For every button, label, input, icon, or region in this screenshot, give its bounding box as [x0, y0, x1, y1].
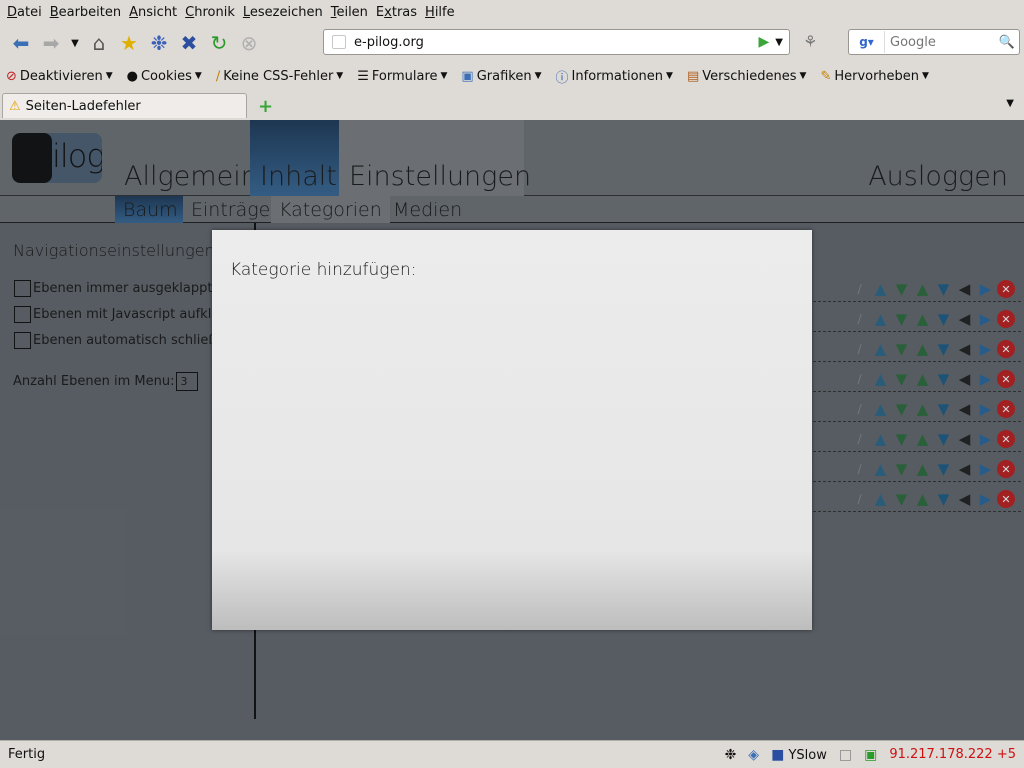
wand-icon: ∕ [215, 68, 221, 84]
chevron-down-icon: ▼ [440, 71, 448, 81]
dev-menu-deaktivieren[interactable]: ⊘ Deaktivieren ▼ [6, 69, 113, 84]
diamond-icon[interactable]: ◈ [748, 747, 759, 763]
menubar: Datei Bearbeiten Ansicht Chronik Lesezei… [0, 0, 1024, 24]
search-box[interactable]: g▾ 🔍 [848, 29, 1020, 55]
chevron-down-icon: ▼ [336, 71, 344, 81]
info-icon: ⓘ [555, 70, 569, 86]
new-tab-plus-icon[interactable]: + [258, 96, 273, 117]
dev-menu-css[interactable]: ∕ Keine CSS-Fehler ▼ [216, 69, 343, 84]
url-bar[interactable]: e-pilog.org ▶ ▼ [323, 29, 790, 55]
dev-menu-hervorheben[interactable]: ✎ Hervorheben ▼ [820, 69, 928, 84]
image-icon: ▣ [461, 68, 474, 84]
menu-extras[interactable]: Extras [372, 5, 421, 20]
tab-page-load-error[interactable]: ⚠ Seiten-Ladefehler [2, 93, 247, 118]
web-developer-toolbar: ⊘ Deaktivieren ▼ ● Cookies ▼ ∕ Keine CSS-Fehl… [0, 62, 1024, 90]
add-category-dialog: Kategorie hinzufügen: [212, 230, 812, 630]
dialog-title: Kategorie hinzufügen: [230, 260, 417, 280]
chevron-down-icon: ▼ [105, 71, 113, 81]
yslow-icon: ■ [771, 746, 785, 763]
page-content: epilog Allgemein Inhalt Einstellungen Au… [0, 120, 1024, 740]
chevron-down-icon: ▼ [194, 71, 202, 81]
url-text[interactable]: e-pilog.org [354, 35, 759, 50]
box-icon: ▤ [686, 68, 700, 84]
status-text: Fertig [8, 747, 46, 762]
menu-chronik[interactable]: Chronik [181, 5, 239, 20]
tab-bar: ⚠ Seiten-Ladefehler + ▼ [0, 90, 1024, 120]
chevron-down-icon: ▼ [666, 71, 673, 81]
search-icon[interactable]: 🔍 [999, 35, 1015, 50]
forward-arrow-icon[interactable]: ➡ [36, 28, 66, 58]
pencil-icon: ✎ [820, 68, 832, 84]
user-icon: ● [126, 68, 138, 84]
chevron-down-icon: ▼ [534, 71, 542, 81]
menu-datei[interactable]: Datei [3, 5, 46, 20]
search-engine-google-icon[interactable]: g▾ [849, 31, 885, 53]
tab-list-chevron-icon[interactable]: ▼ [1006, 98, 1014, 109]
search-input[interactable] [885, 34, 999, 50]
ip-address: 91.217.178.222 +5 [889, 747, 1016, 762]
history-dropdown-icon[interactable]: ▼ [66, 28, 84, 58]
tools-icon[interactable]: ✖ [174, 28, 204, 58]
site-favicon-icon [332, 35, 346, 49]
firebug-icon[interactable]: ❉ [144, 28, 174, 58]
tab-title: Seiten-Ladefehler [25, 98, 141, 114]
dev-menu-grafiken[interactable]: ▣ Grafiken ▼ [461, 69, 541, 84]
chevron-down-icon: ▼ [921, 71, 929, 81]
bookmark-star-icon[interactable]: ★ [114, 28, 144, 58]
navigation-toolbar: ⬅ ➡ ▼ ⌂ ★ ❉ ✖ ↻ ⊗ e-pilog.org ▶ ▼ ⚘ g▾ 🔍 [0, 24, 1024, 62]
menu-bearbeiten[interactable]: Bearbeiten [46, 5, 125, 20]
firebug-status-icon[interactable]: ❉ [725, 747, 737, 763]
form-icon: ☰ [357, 68, 369, 84]
url-history-dropdown-icon[interactable]: ▼ [775, 37, 783, 48]
stop-icon[interactable]: ⊗ [234, 28, 264, 58]
yslow-button[interactable]: ■ YSlow [771, 747, 827, 763]
chevron-down-icon: ▼ [799, 71, 807, 81]
reload-icon[interactable]: ↻ [204, 28, 234, 58]
disable-icon: ⊘ [6, 68, 17, 84]
dev-menu-verschiedenes[interactable]: ▤ Verschiedenes ▼ [687, 69, 806, 84]
dev-menu-cookies[interactable]: ● Cookies ▼ [127, 69, 202, 84]
go-arrow-icon[interactable]: ▶ [759, 34, 770, 50]
status-bar: Fertig ❉ ◈ ■ YSlow □ ▣ 91.217.178.222 +5 [0, 740, 1024, 768]
dev-menu-formulare[interactable]: ☰ Formulare ▼ [357, 69, 447, 84]
modal-overlay[interactable]: Kategorie hinzufügen: [0, 120, 1024, 740]
dev-menu-informationen[interactable]: ⓘ Informationen ▼ [556, 67, 673, 86]
menu-lesezeichen[interactable]: Lesezeichen [239, 5, 327, 20]
extension-icon[interactable]: ⚘ [803, 32, 817, 51]
back-arrow-icon[interactable]: ⬅ [6, 28, 36, 58]
status-icons: ❉ ◈ ■ YSlow □ ▣ 91.217.178.222 +5 [725, 747, 1016, 763]
browser-chrome: Datei Bearbeiten Ansicht Chronik Lesezei… [0, 0, 1024, 120]
menu-ansicht[interactable]: Ansicht [125, 5, 181, 20]
menu-hilfe[interactable]: Hilfe [421, 5, 459, 20]
menu-teilen[interactable]: Teilen [327, 5, 372, 20]
page-info-icon[interactable]: ▣ [864, 747, 877, 763]
home-icon[interactable]: ⌂ [84, 28, 114, 58]
warning-icon: ⚠ [9, 98, 21, 114]
document-icon[interactable]: □ [839, 747, 852, 763]
